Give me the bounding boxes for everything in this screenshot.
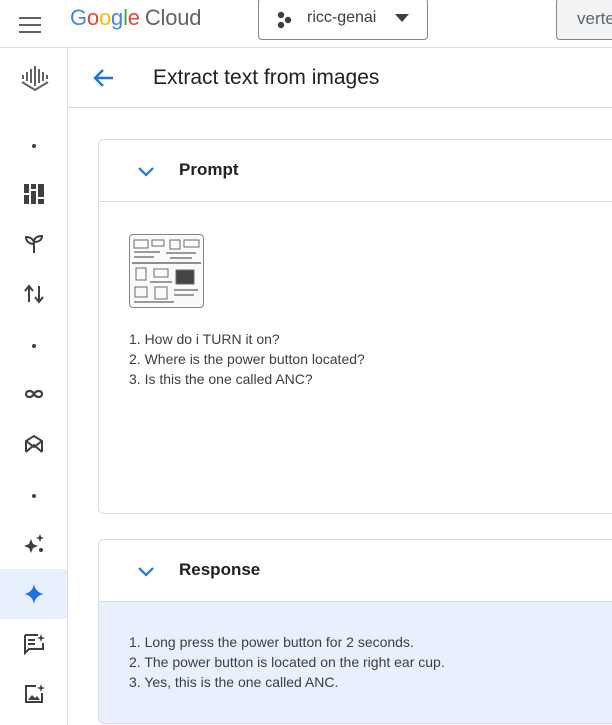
logo-letter: G (70, 5, 87, 30)
rail-item-dot-2[interactable] (0, 321, 67, 371)
prompt-line: 2. Where is the power button located? (129, 351, 365, 367)
rail-item-model-garden[interactable] (0, 419, 67, 469)
dashboard-icon (23, 184, 44, 204)
prompt-card-title: Prompt (179, 160, 239, 179)
arrow-back-icon (93, 69, 113, 87)
rail-item-swap[interactable] (0, 269, 67, 319)
response-line: 2. The power button is located on the ri… (129, 654, 445, 670)
prompt-card-header[interactable]: Prompt (99, 140, 612, 202)
response-body: 1. Long press the power button for 2 sec… (99, 602, 612, 723)
model-garden-icon (24, 434, 43, 453)
swap-vertical-icon (23, 284, 44, 304)
project-selector-button[interactable]: ricc-genai (258, 0, 428, 40)
chevron-down-icon (138, 167, 154, 177)
dot-icon (31, 344, 36, 348)
logo-letter: o (86, 5, 99, 30)
top-bar: Google Cloud ricc-genai verte (0, 0, 612, 48)
left-nav-rail (0, 48, 68, 725)
image-generation-icon (24, 684, 45, 703)
manual-page-thumbnail-image (132, 239, 201, 303)
caret-down-icon (395, 14, 409, 22)
infinity-icon (24, 389, 43, 399)
hamburger-icon-line (19, 24, 41, 26)
chat-prompt-icon (23, 634, 45, 655)
rail-item-chat-prompt[interactable] (0, 619, 67, 669)
sprout-icon (24, 234, 43, 253)
dot-icon (31, 144, 36, 148)
page-title: Extract text from images (153, 66, 380, 89)
rail-item-dashboard[interactable] (0, 169, 67, 219)
rail-item-dot-1[interactable] (0, 121, 67, 171)
prompt-text[interactable]: 1. How do i TURN it on? 2. Where is the … (129, 329, 365, 389)
response-card-header[interactable]: Response (99, 540, 612, 602)
rail-item-image-generation[interactable] (0, 669, 67, 719)
back-button[interactable] (88, 62, 120, 94)
project-hierarchy-icon (277, 11, 292, 29)
google-cloud-logo[interactable]: Google Cloud (70, 4, 201, 32)
search-input[interactable]: verte (556, 0, 612, 40)
logo-cloud-word: Cloud (144, 5, 202, 30)
uploaded-image-thumbnail[interactable] (129, 234, 204, 308)
prompt-line: 3. Is this the one called ANC? (129, 371, 313, 387)
response-card: Response 1. Long press the power button … (98, 539, 612, 724)
project-name: ricc-genai (307, 9, 377, 26)
rail-item-infinity[interactable] (0, 369, 67, 419)
rail-item-sparkle-cluster[interactable] (0, 519, 67, 569)
response-card-title: Response (179, 560, 261, 579)
rail-item-vertex-ai[interactable] (0, 53, 67, 103)
logo-letter: g (111, 5, 124, 30)
hamburger-icon-line (19, 31, 41, 33)
search-input-text: verte (577, 9, 612, 28)
sparkle-cluster-icon (23, 534, 44, 553)
main-menu-button[interactable] (14, 8, 46, 40)
header-divider (68, 107, 612, 108)
rail-item-sprout[interactable] (0, 219, 67, 269)
response-line: 3. Yes, this is the one called ANC. (129, 674, 339, 690)
logo-letter: o (98, 5, 112, 30)
response-line: 1. Long press the power button for 2 sec… (129, 634, 414, 650)
sparkle-icon (23, 584, 44, 604)
vertex-ai-logo-icon (20, 66, 49, 92)
rail-item-dot-3[interactable] (0, 471, 67, 521)
hamburger-icon (19, 17, 41, 19)
response-text: 1. Long press the power button for 2 sec… (129, 632, 445, 692)
dot-icon (31, 494, 36, 498)
prompt-line: 1. How do i TURN it on? (129, 331, 280, 347)
chevron-down-icon (138, 567, 154, 577)
prompt-card: Prompt 1. How do i TURN it on? 2. Where … (98, 139, 612, 514)
rail-item-gemini-active[interactable] (0, 569, 67, 619)
logo-letter: e (127, 5, 140, 30)
